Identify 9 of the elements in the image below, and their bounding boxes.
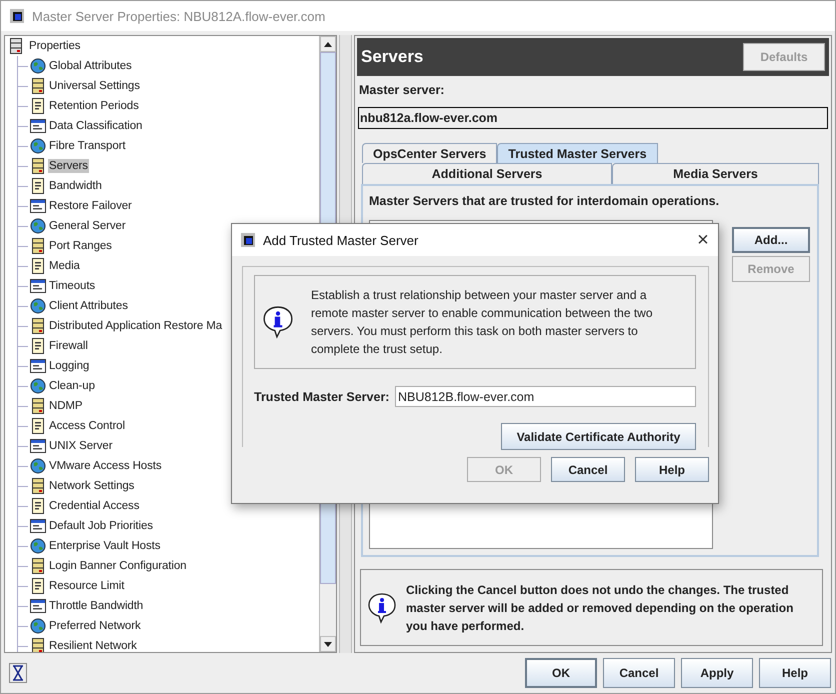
- field-label: Master server:: [359, 83, 446, 97]
- tab-caption: Master Servers that are trusted for interdomain operations.: [369, 194, 720, 208]
- info-text: Establish a trust relationship between your master server and a remote master server to enable communication between the two servers. You must perform this task on both master servers to complete the trust setup.: [311, 287, 654, 358]
- window-title: Master Server Properties: NBU812A.flow-ever.com: [32, 8, 326, 24]
- panel-title: Servers: [361, 47, 424, 67]
- field-label: Trusted Master Server:: [254, 390, 390, 404]
- dialog-title: Add Trusted Master Server: [263, 232, 420, 248]
- note-text: Clicking the Cancel button does not undo the changes. The trusted master server will be added or removed depending on the operation you have performed.: [406, 582, 794, 634]
- master-server-field: nbu812a.flow-ever.com: [358, 107, 828, 129]
